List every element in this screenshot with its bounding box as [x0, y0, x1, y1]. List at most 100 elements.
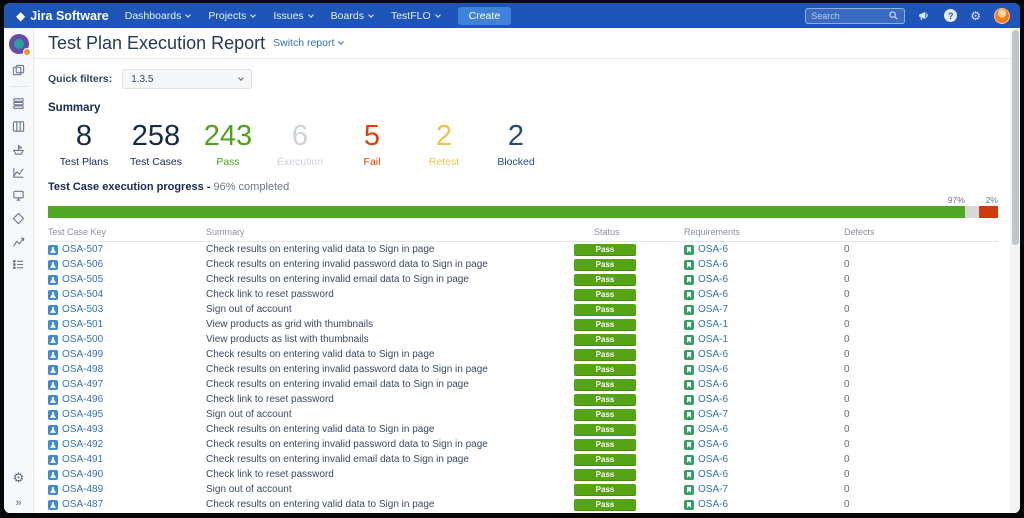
- chart-icon[interactable]: [12, 234, 26, 248]
- requirement-link[interactable]: OSA-6: [698, 454, 728, 465]
- megaphone-icon[interactable]: [918, 10, 931, 21]
- help-icon[interactable]: ?: [944, 9, 958, 22]
- status-pill[interactable]: Pass: [574, 318, 636, 331]
- boards-icon[interactable]: [12, 63, 26, 77]
- vertical-scrollbar[interactable]: [1010, 28, 1020, 513]
- defects-count: 0: [844, 259, 850, 271]
- nav-menu-item[interactable]: Projects: [208, 10, 257, 22]
- components-icon[interactable]: [12, 211, 26, 225]
- monitor-icon[interactable]: [12, 188, 26, 202]
- backlog-icon[interactable]: [12, 96, 26, 110]
- test-case-summary: Check link to reset password: [206, 394, 334, 406]
- test-case-icon: [48, 394, 58, 405]
- status-pill[interactable]: Pass: [574, 468, 636, 481]
- create-button[interactable]: Create: [457, 6, 512, 25]
- requirement-link[interactable]: OSA-1: [698, 319, 728, 330]
- chevron-down-icon: [250, 11, 257, 18]
- test-case-key-link[interactable]: OSA-501: [62, 319, 103, 330]
- requirement-link[interactable]: OSA-6: [698, 259, 728, 270]
- requirement-link[interactable]: OSA-6: [698, 394, 728, 405]
- status-pill[interactable]: Pass: [574, 273, 636, 286]
- project-avatar[interactable]: [8, 34, 31, 56]
- reports-icon[interactable]: [12, 165, 26, 179]
- quick-filter-select[interactable]: 1.3.5: [122, 69, 253, 89]
- nav-menu-item[interactable]: TestFLO: [391, 10, 441, 22]
- test-case-summary: Sign out of account: [206, 304, 292, 316]
- search-input[interactable]: [811, 10, 890, 21]
- releases-icon[interactable]: [12, 142, 26, 156]
- status-pill[interactable]: Pass: [574, 258, 636, 271]
- defects-count: 0: [844, 274, 850, 286]
- nav-menu-item[interactable]: Issues: [273, 10, 314, 22]
- test-case-key-link[interactable]: OSA-491: [62, 454, 103, 465]
- requirement-link[interactable]: OSA-1: [698, 334, 728, 345]
- chevron-down-icon: [368, 11, 374, 18]
- test-case-key-link[interactable]: OSA-505: [62, 274, 103, 285]
- test-case-key-link[interactable]: OSA-507: [62, 244, 103, 255]
- test-case-key-link[interactable]: OSA-497: [62, 379, 103, 390]
- status-pill[interactable]: Pass: [574, 303, 636, 316]
- status-pill[interactable]: Pass: [574, 483, 636, 496]
- status-pill[interactable]: Pass: [574, 453, 636, 466]
- status-pill[interactable]: Pass: [574, 378, 636, 391]
- test-case-key-link[interactable]: OSA-493: [62, 424, 103, 435]
- status-pill[interactable]: Pass: [574, 348, 636, 361]
- status-pill[interactable]: Pass: [574, 288, 636, 301]
- test-case-summary: View products as grid with thumbnails: [206, 319, 374, 331]
- requirement-link[interactable]: OSA-7: [698, 484, 728, 495]
- search-box[interactable]: [805, 7, 906, 24]
- table-row: OSA-491 Check results on entering invali…: [48, 452, 998, 467]
- requirement-link[interactable]: OSA-6: [698, 499, 728, 510]
- requirement-link[interactable]: OSA-6: [698, 364, 728, 375]
- test-case-key-link[interactable]: OSA-498: [62, 364, 103, 375]
- test-case-summary: Sign out of account: [206, 484, 292, 496]
- switch-report-link[interactable]: Switch report: [273, 37, 345, 49]
- issues-list-icon[interactable]: [12, 257, 26, 271]
- test-case-key-link[interactable]: OSA-503: [62, 304, 103, 315]
- settings-gear-icon[interactable]: ⚙: [970, 10, 981, 22]
- test-case-key-link[interactable]: OSA-490: [62, 469, 103, 480]
- test-case-key-link[interactable]: OSA-499: [62, 349, 103, 360]
- scrollbar-thumb[interactable]: [1011, 30, 1019, 245]
- test-case-key-link[interactable]: OSA-487: [62, 499, 103, 510]
- nav-menu-item[interactable]: Dashboards: [125, 10, 192, 22]
- test-case-icon: [48, 439, 58, 450]
- user-avatar[interactable]: [994, 7, 1010, 24]
- summary-label: Test Plans: [59, 156, 109, 169]
- status-pill[interactable]: Pass: [574, 438, 636, 451]
- status-pill[interactable]: Pass: [574, 363, 636, 376]
- requirement-link[interactable]: OSA-7: [698, 304, 728, 315]
- requirement-link[interactable]: OSA-6: [698, 439, 728, 450]
- sidebar-settings-gear-icon[interactable]: ⚙: [13, 470, 25, 486]
- test-case-icon: [48, 469, 58, 480]
- status-pill[interactable]: Pass: [574, 408, 636, 421]
- test-case-key-link[interactable]: OSA-492: [62, 439, 103, 450]
- test-case-key-link[interactable]: OSA-489: [62, 484, 103, 495]
- test-case-key-link[interactable]: OSA-506: [62, 259, 103, 270]
- nav-menu-item[interactable]: Boards: [331, 10, 374, 22]
- status-pill[interactable]: Pass: [574, 423, 636, 436]
- test-case-key-link[interactable]: OSA-495: [62, 409, 103, 420]
- requirement-link[interactable]: OSA-7: [698, 409, 728, 420]
- status-pill[interactable]: Pass: [574, 498, 636, 511]
- sidebar-divider: [10, 86, 27, 87]
- requirement-link[interactable]: OSA-6: [698, 289, 728, 300]
- status-pill[interactable]: Pass: [574, 333, 636, 346]
- nav-right: ? ⚙: [805, 7, 1010, 24]
- test-case-key-link[interactable]: OSA-500: [62, 334, 103, 345]
- status-pill[interactable]: Pass: [574, 243, 636, 256]
- test-case-key-link[interactable]: OSA-496: [62, 394, 103, 405]
- defects-count: 0: [844, 289, 850, 301]
- col-status: Status: [594, 227, 620, 238]
- test-case-summary: Check results on entering invalid email …: [206, 379, 469, 391]
- requirement-link[interactable]: OSA-6: [698, 469, 728, 480]
- board-columns-icon[interactable]: [12, 119, 26, 133]
- expand-sidebar-icon[interactable]: »: [15, 497, 21, 509]
- test-case-key-link[interactable]: OSA-504: [62, 289, 103, 300]
- requirement-link[interactable]: OSA-6: [698, 424, 728, 435]
- requirement-link[interactable]: OSA-6: [698, 274, 728, 285]
- requirement-link[interactable]: OSA-6: [698, 349, 728, 360]
- status-pill[interactable]: Pass: [574, 393, 636, 406]
- requirement-link[interactable]: OSA-6: [698, 244, 728, 255]
- requirement-link[interactable]: OSA-6: [698, 379, 728, 390]
